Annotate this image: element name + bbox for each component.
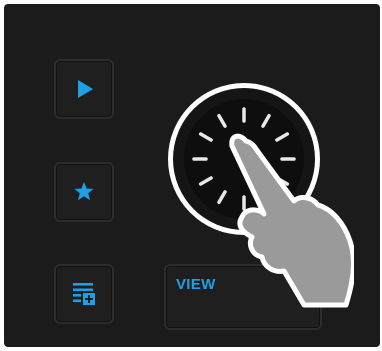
screenshot-canvas: VIEW [0,0,382,351]
play-icon [78,80,93,98]
hand-pointer-icon [229,133,354,308]
add-to-list-icon [73,283,95,305]
play-button[interactable] [54,59,114,119]
star-icon [74,182,94,201]
controller-panel: VIEW [4,4,380,347]
favorite-button[interactable] [54,162,114,222]
add-to-list-button[interactable] [54,264,114,324]
